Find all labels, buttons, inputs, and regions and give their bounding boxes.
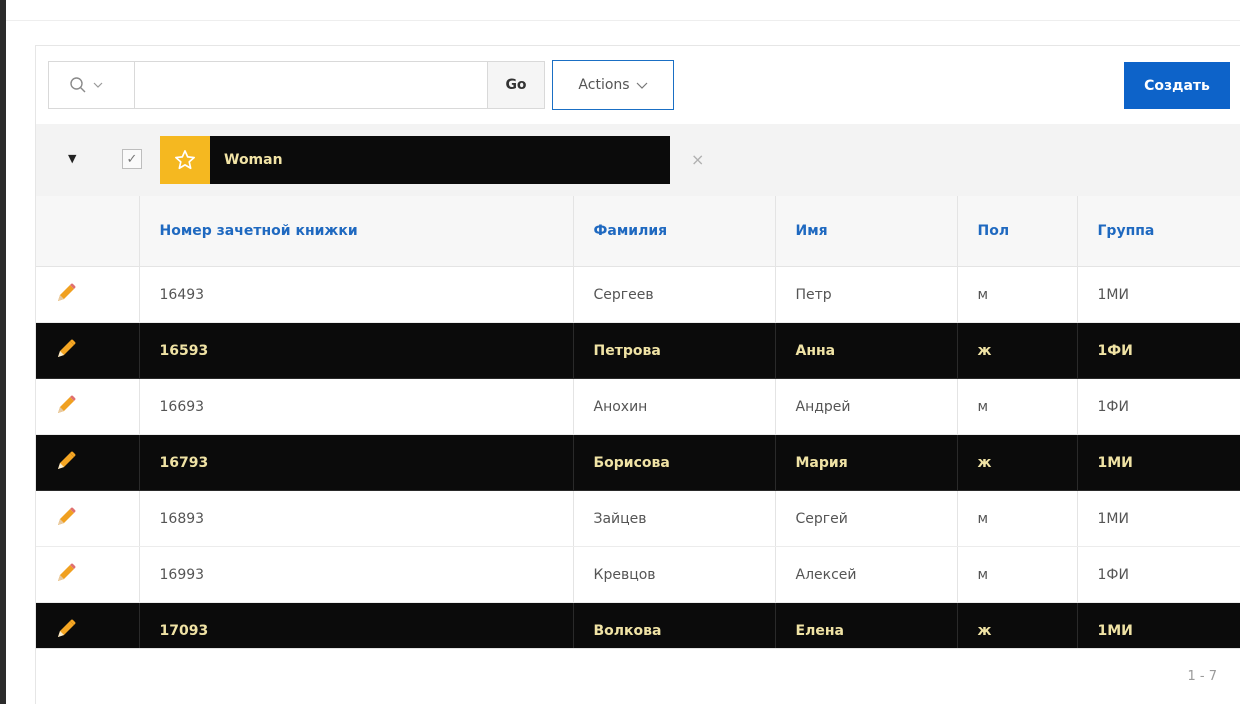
group-cell: 1МИ [1077,490,1240,547]
name-cell: Мария [775,434,958,491]
edit-cell[interactable] [36,434,140,491]
column-header-name[interactable]: Имя [775,196,958,267]
search-icon [70,77,86,93]
actions-label: Actions [578,77,630,93]
table-header-row: Номер зачетной книжки Фамилия Имя Пол Гр… [36,196,1240,267]
sex-cell: м [957,490,1078,547]
table-row: 16993 Кревцов Алексей м 1ФИ [36,546,1240,603]
record-book-cell: 16993 [139,546,574,603]
surname-cell: Кревцов [573,546,776,603]
name-cell: Анна [775,322,958,379]
window-edge [0,0,6,704]
edit-cell[interactable] [36,266,140,323]
sex-cell: ж [957,434,1078,491]
pencil-icon [58,563,76,581]
remove-filter-icon[interactable]: × [691,150,704,169]
report-footer: 1 - 7 [36,648,1240,706]
report-toolbar: Go Actions Создать [36,46,1240,124]
edit-cell[interactable] [36,490,140,547]
pencil-icon [58,339,76,357]
table-row: 16593 Петрова Анна ж 1ФИ [36,322,1240,379]
record-book-cell: 16693 [139,378,574,435]
saved-report-label: Woman [210,136,670,184]
group-cell: 1ФИ [1077,546,1240,603]
surname-cell: Петрова [573,322,776,379]
pencil-icon [58,507,76,525]
table-row: 16793 Борисова Мария ж 1МИ [36,434,1240,491]
interactive-report: Go Actions Создать ▼ ✓ Woman × Номер зач… [35,45,1240,706]
group-cell: 1МИ [1077,266,1240,323]
group-cell: 1МИ [1077,434,1240,491]
actions-menu-button[interactable]: Actions [552,60,674,110]
edit-column-header [36,196,140,267]
pencil-icon [58,395,76,413]
name-cell: Петр [775,266,958,323]
saved-report-chip[interactable]: Woman [160,136,670,184]
go-button[interactable]: Go [487,61,545,109]
record-book-cell: 16793 [139,434,574,491]
table-row: 16693 Анохин Андрей м 1ФИ [36,378,1240,435]
chevron-down-icon [636,82,647,89]
table-row: 16493 Сергеев Петр м 1МИ [36,266,1240,323]
chevron-down-icon [93,82,103,88]
column-header-record-book[interactable]: Номер зачетной книжки [139,196,574,267]
pagination-range: 1 - 7 [1187,669,1218,684]
edit-cell[interactable] [36,322,140,379]
saved-report-filter-row: ▼ ✓ Woman × [36,124,1240,196]
create-button[interactable]: Создать [1124,62,1230,109]
sex-cell: м [957,546,1078,603]
search-input[interactable] [134,61,487,109]
column-header-group[interactable]: Группа [1077,196,1240,267]
edit-cell[interactable] [36,378,140,435]
group-cell: 1ФИ [1077,322,1240,379]
sex-cell: м [957,378,1078,435]
record-book-cell: 16893 [139,490,574,547]
table-row: 16893 Зайцев Сергей м 1МИ [36,490,1240,547]
surname-cell: Анохин [573,378,776,435]
column-header-surname[interactable]: Фамилия [573,196,776,267]
surname-cell: Зайцев [573,490,776,547]
pencil-icon [58,619,76,637]
star-icon [160,136,210,184]
column-header-sex[interactable]: Пол [957,196,1078,267]
name-cell: Сергей [775,490,958,547]
search-bar: Go [48,61,545,109]
sex-cell: ж [957,322,1078,379]
name-cell: Алексей [775,546,958,603]
surname-cell: Борисова [573,434,776,491]
name-cell: Андрей [775,378,958,435]
pencil-icon [58,451,76,469]
edit-cell[interactable] [36,546,140,603]
filter-enable-checkbox[interactable]: ✓ [122,149,142,169]
surname-cell: Сергеев [573,266,776,323]
page-divider [6,20,1240,21]
collapse-toggle-icon[interactable]: ▼ [68,152,76,165]
report-table: Номер зачетной книжки Фамилия Имя Пол Гр… [36,196,1240,659]
pencil-icon [58,283,76,301]
search-column-selector[interactable] [48,61,134,109]
group-cell: 1ФИ [1077,378,1240,435]
record-book-cell: 16593 [139,322,574,379]
record-book-cell: 16493 [139,266,574,323]
sex-cell: м [957,266,1078,323]
